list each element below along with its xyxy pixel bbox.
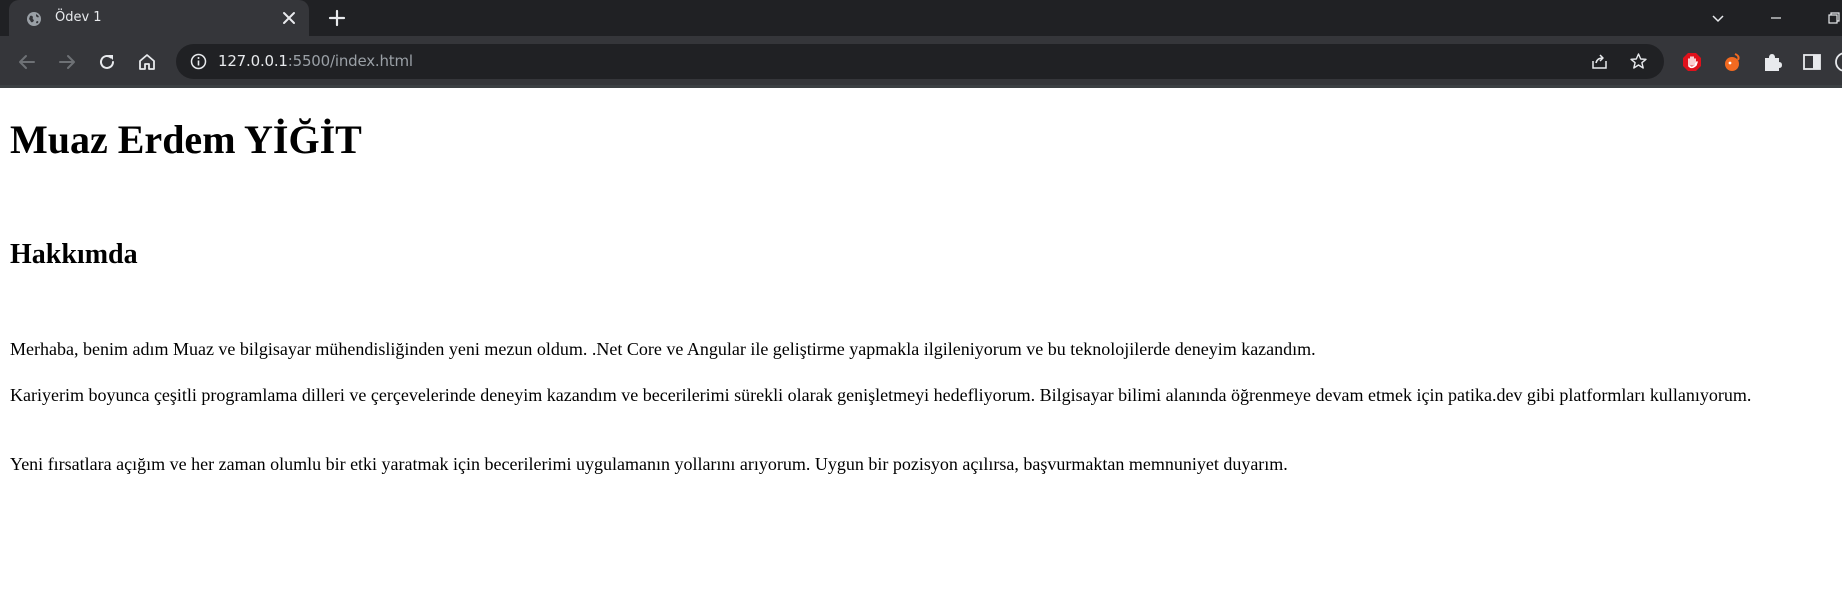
share-icon[interactable]	[1590, 52, 1609, 71]
tab-search-chevron-icon[interactable]	[1710, 10, 1726, 26]
address-bar[interactable]: 127.0.0.1:5500/index.html	[176, 44, 1664, 79]
browser-toolbar: 127.0.0.1:5500/index.html	[0, 36, 1842, 88]
plus-icon[interactable]	[328, 9, 346, 27]
globe-icon	[27, 12, 41, 26]
about-paragraph-1: Merhaba, benim adım Muaz ve bilgisayar m…	[10, 339, 1316, 359]
info-icon[interactable]	[190, 53, 207, 70]
minimize-icon[interactable]	[1768, 10, 1784, 26]
home-icon[interactable]	[136, 51, 158, 73]
active-tab[interactable]: Ödev 1	[9, 0, 309, 36]
url-host: 127.0.0.1	[218, 52, 288, 70]
puzzle-icon[interactable]	[1761, 51, 1783, 73]
about-paragraph-2: Kariyerim boyunca çeşitli programlama di…	[10, 385, 1752, 405]
tab-title: Ödev 1	[55, 10, 102, 25]
close-icon[interactable]	[282, 11, 296, 25]
page-heading: Muaz Erdem YİĞİT	[10, 117, 362, 162]
section-title: Hakkımda	[10, 239, 138, 270]
arrow-left-icon[interactable]	[16, 51, 38, 73]
hand-stop-icon[interactable]	[1681, 51, 1703, 73]
side-panel-icon[interactable]	[1801, 51, 1823, 73]
restore-icon[interactable]	[1826, 10, 1842, 26]
url-path: :5500/index.html	[287, 52, 413, 70]
profile-avatar-icon[interactable]	[1834, 51, 1842, 73]
about-paragraph-3: Yeni fırsatlara açığım ve her zaman olum…	[10, 454, 1288, 474]
bird-icon[interactable]	[1721, 51, 1743, 73]
reload-icon[interactable]	[96, 51, 118, 73]
page-content: Muaz Erdem YİĞİT Hakkımda Merhaba, benim…	[0, 88, 1842, 602]
url-text[interactable]: 127.0.0.1:5500/index.html	[218, 52, 413, 70]
tab-strip: Ödev 1	[0, 0, 1842, 36]
arrow-right-icon[interactable]	[56, 51, 78, 73]
star-icon[interactable]	[1629, 52, 1648, 71]
